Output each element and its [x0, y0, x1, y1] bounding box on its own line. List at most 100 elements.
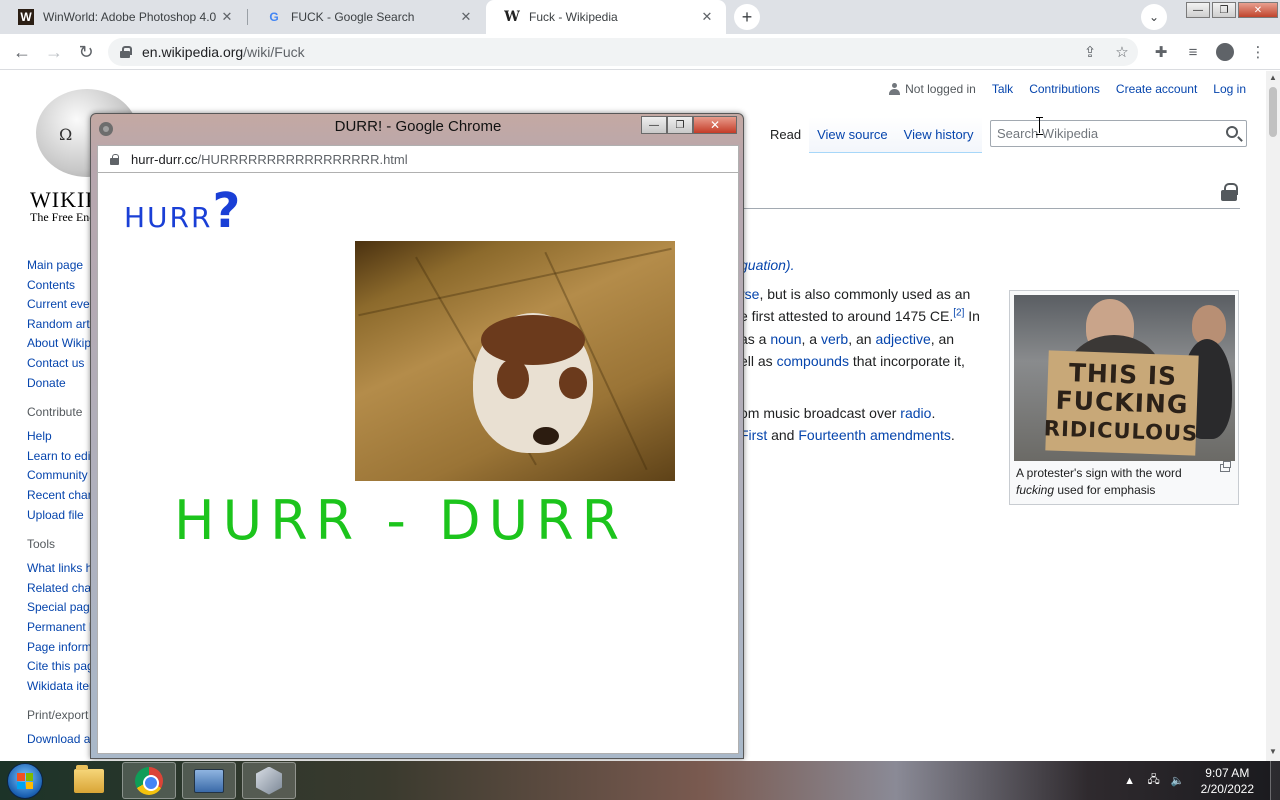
tab-close-icon[interactable]: ✕: [457, 8, 475, 26]
forward-button[interactable]: →: [42, 40, 66, 64]
show-desktop-button[interactable]: [1270, 761, 1280, 800]
new-tab-button[interactable]: +: [734, 4, 760, 30]
start-button[interactable]: [7, 763, 43, 799]
article-text: .: [950, 427, 955, 443]
article-line: ell as compounds that incorporate it,: [740, 350, 965, 372]
first-amendment-link[interactable]: First: [740, 427, 767, 443]
system-tray: ▲ 🖧 🔈 9:07 AM 2/20/2022: [1121, 761, 1280, 800]
sign-line: RIDICULOUS: [1043, 416, 1199, 446]
tab-read[interactable]: Read: [762, 117, 810, 153]
wikipedia-search-input[interactable]: Search Wikipedia: [990, 120, 1247, 147]
minimize-button[interactable]: —: [1186, 2, 1210, 18]
clock-time: 9:07 AM: [1205, 765, 1250, 780]
disambiguation-link[interactable]: guation).: [740, 257, 794, 273]
article-text: and: [767, 427, 799, 443]
article-line: rse, but is also commonly used as an: [740, 283, 970, 305]
radio-link[interactable]: radio: [900, 405, 931, 421]
address-bar[interactable]: en.wikipedia.org/wiki/Fuck: [108, 38, 1138, 66]
personal-tools: Not logged in Talk Contributions Create …: [889, 82, 1246, 96]
noun-link[interactable]: noun: [770, 331, 801, 347]
user-icon: [889, 83, 901, 95]
tab-winworld[interactable]: W WinWorld: Adobe Photoshop 4.0 ✕: [0, 0, 246, 34]
not-logged-in: Not logged in: [889, 82, 976, 96]
protected-page-lock-icon[interactable]: [1221, 183, 1238, 201]
scrollbar-thumb[interactable]: [1269, 87, 1277, 137]
popup-address-bar[interactable]: hurr-durr.cc/HURRRRRRRRRRRRRRRRR.html: [97, 145, 739, 172]
tab-title: WinWorld: Adobe Photoshop 4.0: [43, 10, 217, 24]
page-scrollbar[interactable]: ▲ ▼: [1266, 71, 1280, 761]
article-text: , but is also commonly used as an: [759, 286, 971, 302]
floor-line: [358, 247, 672, 317]
adjective-link[interactable]: adjective: [875, 331, 930, 347]
taskbar-control-panel[interactable]: [182, 762, 236, 799]
tab-title: FUCK - Google Search: [291, 10, 415, 24]
close-button[interactable]: ✕: [1238, 2, 1278, 18]
dog-nose: [533, 427, 559, 445]
extensions-icon[interactable]: ✚: [1149, 40, 1173, 64]
navigation-bar: ← → ↻ en.wikipedia.org/wiki/Fuck ⇪ ☆ ✚ ≡…: [0, 34, 1280, 70]
share-icon[interactable]: ⇪: [1078, 40, 1102, 64]
profile-avatar-icon[interactable]: [1213, 40, 1237, 64]
tab-strip: W WinWorld: Adobe Photoshop 4.0 ✕ G FUCK…: [0, 0, 1280, 34]
bookmark-star-icon[interactable]: ☆: [1110, 40, 1134, 64]
article-line: e first attested to around 1475 CE.[2] I…: [740, 305, 980, 327]
create-account-link[interactable]: Create account: [1116, 82, 1197, 96]
show-hidden-icons-icon[interactable]: ▲: [1121, 773, 1139, 789]
media-queue-icon[interactable]: ≡: [1181, 40, 1205, 64]
search-icon[interactable]: [1226, 126, 1238, 138]
control-panel-icon: [194, 768, 224, 793]
article-text: , a: [801, 331, 821, 347]
hurr-durr-banner: HURR - DURR: [174, 489, 628, 552]
citation-link[interactable]: [2]: [953, 307, 964, 318]
windows-logo-icon: [17, 773, 33, 789]
talk-link[interactable]: Talk: [992, 82, 1013, 96]
hurr-word: HURR: [124, 201, 213, 234]
clock-date: 2/20/2022: [1200, 781, 1254, 796]
volume-icon[interactable]: 🔈: [1169, 773, 1187, 789]
log-in-link[interactable]: Log in: [1213, 82, 1246, 96]
system-clock[interactable]: 9:07 AM 2/20/2022: [1201, 765, 1254, 797]
taskbar-virtualbox[interactable]: [242, 762, 296, 799]
winworld-favicon-icon: W: [18, 9, 34, 25]
article-line: First and Fourteenth amendments.: [740, 424, 955, 446]
lock-icon[interactable]: [120, 46, 132, 58]
tab-close-icon[interactable]: ✕: [218, 8, 236, 26]
reload-button[interactable]: ↻: [74, 40, 98, 64]
tab-search-button[interactable]: ⌄: [1141, 4, 1167, 30]
popup-maximize-button[interactable]: ❐: [667, 116, 693, 134]
scroll-up-icon[interactable]: ▲: [1269, 73, 1277, 82]
url-path: /wiki/Fuck: [243, 44, 305, 60]
taskbar-chrome[interactable]: [122, 762, 176, 799]
lock-icon[interactable]: [110, 153, 119, 165]
tab-view-source[interactable]: View source: [809, 117, 896, 153]
taskbar-file-explorer[interactable]: [62, 762, 116, 799]
tab-google-search[interactable]: G FUCK - Google Search ✕: [248, 0, 485, 34]
article-text: .: [931, 405, 936, 421]
dog-ear-patch: [559, 367, 587, 399]
popup-close-button[interactable]: ✕: [693, 116, 737, 134]
tab-view-history[interactable]: View history: [895, 117, 982, 153]
article-thumbnail: THIS IS FUCKING RIDICULOUS A protester's…: [1009, 290, 1239, 505]
tab-wikipedia[interactable]: W Fuck - Wikipedia ✕: [486, 0, 726, 34]
article-text: In: [964, 308, 980, 324]
enlarge-icon[interactable]: [1220, 461, 1231, 472]
contributions-link[interactable]: Contributions: [1029, 82, 1100, 96]
tab-close-icon[interactable]: ✕: [698, 8, 716, 26]
dog-back-patch: [481, 315, 585, 365]
popup-page: HURR? HURR - DURR: [97, 172, 739, 754]
maximize-button[interactable]: ❐: [1212, 2, 1236, 18]
scroll-down-icon[interactable]: ▼: [1269, 747, 1277, 756]
back-button[interactable]: ←: [10, 40, 34, 64]
compounds-link[interactable]: compounds: [777, 353, 849, 369]
fourteenth-amendment-link[interactable]: Fourteenth amendments: [798, 427, 951, 443]
google-favicon-icon: G: [269, 10, 279, 24]
browser-menu-icon[interactable]: ⋮: [1246, 40, 1270, 64]
chrome-icon: [135, 766, 163, 795]
popup-window-controls: — ❐ ✕: [641, 116, 737, 134]
popup-minimize-button[interactable]: —: [641, 116, 667, 134]
virtualbox-icon: [256, 766, 282, 795]
network-icon[interactable]: 🖧: [1145, 773, 1163, 789]
search-placeholder: Search Wikipedia: [997, 126, 1099, 141]
protester-photo[interactable]: THIS IS FUCKING RIDICULOUS: [1014, 295, 1235, 461]
verb-link[interactable]: verb: [821, 331, 848, 347]
